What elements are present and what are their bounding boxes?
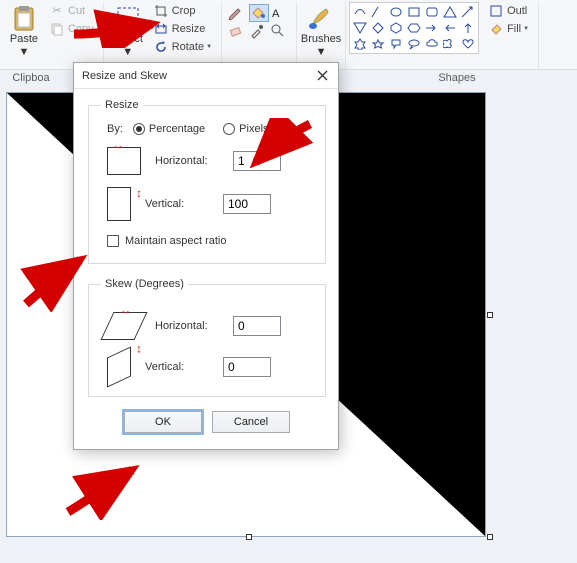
rotate-label: Rotate xyxy=(172,41,204,53)
resize-vertical-input[interactable] xyxy=(223,194,271,214)
skew-vertical-icon: ↕ xyxy=(107,346,131,387)
outline-label: Outl xyxy=(507,5,527,17)
resize-vertical-label: Vertical: xyxy=(145,198,209,210)
cancel-button[interactable]: Cancel xyxy=(212,411,290,433)
by-label: By: xyxy=(107,123,123,135)
group-image: Select ▼ Crop Resize xyxy=(104,2,222,69)
dialog-title: Resize and Skew xyxy=(82,70,167,82)
select-button[interactable]: Select ▼ xyxy=(109,2,147,58)
radio-percentage-label: Percentage xyxy=(149,123,205,135)
crop-button[interactable]: Crop xyxy=(150,2,216,19)
aspect-checkbox[interactable] xyxy=(107,235,119,247)
radio-icon xyxy=(133,123,145,135)
paste-icon xyxy=(10,4,38,32)
ribbon: Paste ▼ ✂ Cut Copy xyxy=(0,0,577,70)
eraser-tool[interactable] xyxy=(228,23,248,41)
rotate-icon xyxy=(154,40,168,54)
chevron-down-icon: ▼ xyxy=(316,46,327,58)
resize-legend: Resize xyxy=(101,99,143,111)
fill-icon xyxy=(489,22,503,36)
brushes-label: Brushes xyxy=(301,33,341,45)
resize-horizontal-icon: ↔ xyxy=(107,147,141,175)
aspect-label: Maintain aspect ratio xyxy=(125,235,227,247)
fill-label: Fill xyxy=(507,23,521,35)
skew-group: Skew (Degrees) ↔ Horizontal: ↕ Vertical: xyxy=(88,278,326,397)
cut-label: Cut xyxy=(68,5,85,17)
chevron-down-icon: ▼ xyxy=(206,44,212,50)
cap-shapes: Shapes xyxy=(397,72,517,84)
cut-icon: ✂ xyxy=(50,4,64,18)
group-brushes: Brushes ▼ xyxy=(297,2,346,69)
resize-handle-corner[interactable] xyxy=(487,534,493,540)
ok-button[interactable]: OK xyxy=(124,411,202,433)
group-tools: A xyxy=(222,2,297,69)
crop-icon xyxy=(154,4,168,18)
resize-group: Resize By: Percentage Pixels ↔ Horizonta… xyxy=(88,99,326,264)
radio-pixels[interactable]: Pixels xyxy=(223,123,268,135)
text-tool[interactable]: A xyxy=(270,4,290,22)
copy-button[interactable]: Copy xyxy=(46,20,98,37)
brushes-icon xyxy=(307,4,335,32)
resize-handle-right[interactable] xyxy=(487,312,493,318)
paste-button[interactable]: Paste ▼ xyxy=(5,2,43,58)
resize-horizontal-label: Horizontal: xyxy=(155,155,219,167)
skew-horizontal-input[interactable] xyxy=(233,316,281,336)
resize-handle-bottom[interactable] xyxy=(246,534,252,540)
resize-vertical-icon: ↕ xyxy=(107,187,131,221)
pencil-tool[interactable] xyxy=(228,4,248,22)
select-label: Select xyxy=(112,33,143,45)
group-shapes: Outl Fill ▼ xyxy=(346,2,539,69)
resize-icon xyxy=(154,22,168,36)
resize-button[interactable]: Resize xyxy=(150,20,216,37)
cut-button[interactable]: ✂ Cut xyxy=(46,2,98,19)
brushes-button[interactable]: Brushes ▼ xyxy=(302,2,340,58)
paste-label: Paste xyxy=(10,33,38,45)
skew-vertical-label: Vertical: xyxy=(145,361,209,373)
chevron-down-icon: ▼ xyxy=(19,46,30,58)
magnifier-tool[interactable] xyxy=(270,23,290,41)
fill-button[interactable]: Fill ▼ xyxy=(485,20,533,37)
skew-vertical-input[interactable] xyxy=(223,357,271,377)
rotate-button[interactable]: Rotate ▼ xyxy=(150,38,216,55)
dialog-titlebar[interactable]: Resize and Skew xyxy=(74,63,338,89)
group-clipboard: Paste ▼ ✂ Cut Copy xyxy=(0,2,104,69)
resize-skew-dialog: Resize and Skew Resize By: Percentage Pi… xyxy=(73,62,339,450)
radio-percentage[interactable]: Percentage xyxy=(133,123,205,135)
cap-clipboard: Clipboa xyxy=(0,72,62,84)
copy-icon xyxy=(50,22,64,36)
close-icon[interactable] xyxy=(314,68,330,84)
svg-text:A: A xyxy=(272,8,280,20)
radio-icon xyxy=(223,123,235,135)
color-picker-tool[interactable] xyxy=(249,23,269,41)
outline-icon xyxy=(489,4,503,18)
skew-horizontal-icon: ↔ xyxy=(100,312,147,340)
skew-horizontal-label: Horizontal: xyxy=(155,320,219,332)
resize-horizontal-input[interactable] xyxy=(233,151,281,171)
shapes-gallery[interactable] xyxy=(349,2,479,54)
outline-button[interactable]: Outl xyxy=(485,2,533,19)
fill-tool[interactable] xyxy=(249,4,269,22)
radio-pixels-label: Pixels xyxy=(239,123,268,135)
copy-label: Copy xyxy=(68,23,94,35)
resize-label: Resize xyxy=(172,23,206,35)
select-icon xyxy=(114,4,142,32)
chevron-down-icon: ▼ xyxy=(523,26,529,32)
skew-legend: Skew (Degrees) xyxy=(101,278,188,290)
chevron-down-icon: ▼ xyxy=(122,46,133,58)
crop-label: Crop xyxy=(172,5,196,17)
